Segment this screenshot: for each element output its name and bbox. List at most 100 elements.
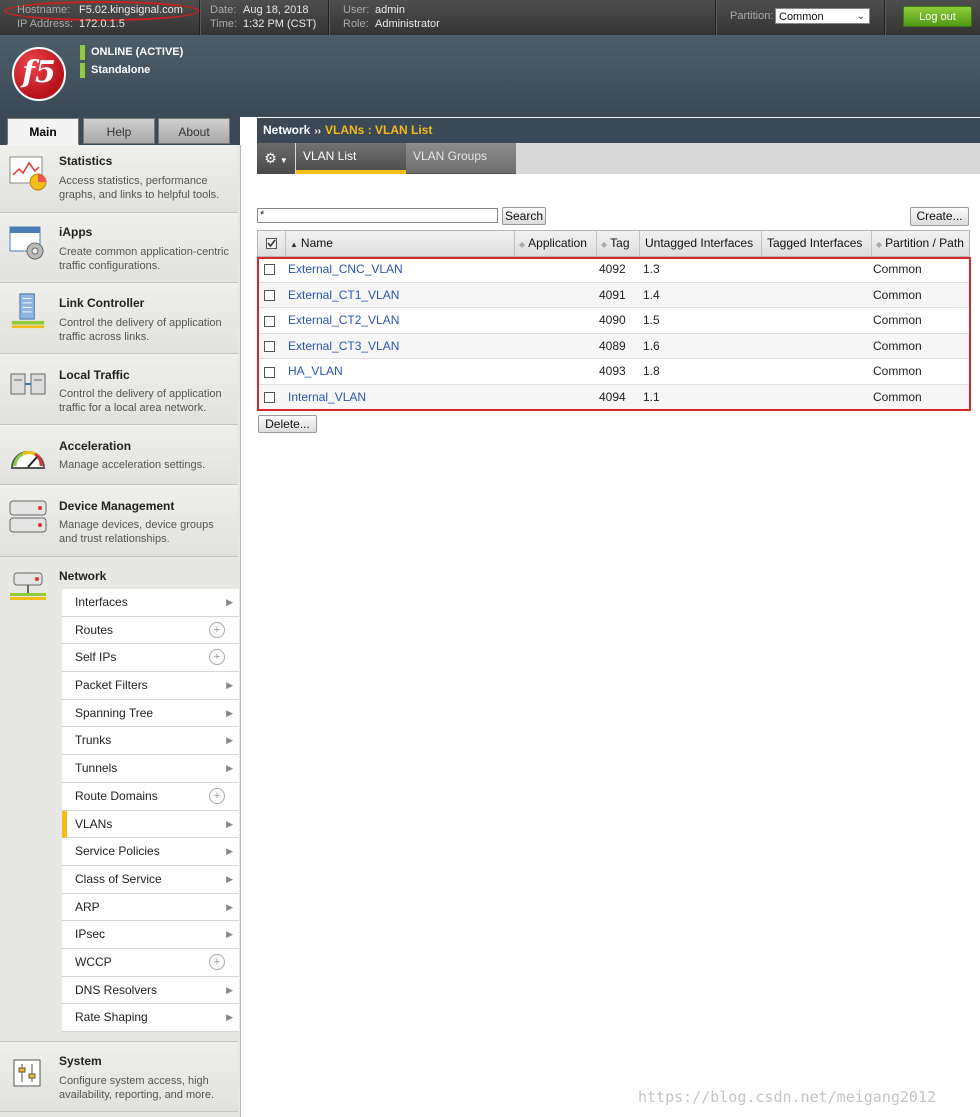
- table-row: Internal_VLAN 4094 1.1 Common: [257, 384, 970, 411]
- chevron-down-icon: ⌄: [856, 11, 865, 22]
- sidebar-item-ipsec[interactable]: IPsec ▶: [62, 921, 239, 949]
- nav-section-iapps[interactable]: iApps Create common application-centric …: [0, 213, 238, 283]
- network-icon: [10, 572, 46, 600]
- sidebar-item-wccp[interactable]: WCCP +: [62, 948, 239, 977]
- hostname-value: F5.02.kingsignal.com: [79, 4, 183, 16]
- gear-menu-button[interactable]: ⚙ ▼: [257, 143, 295, 174]
- row-checkbox[interactable]: [264, 264, 275, 276]
- select-all-cell: [258, 231, 285, 256]
- vlan-name-link[interactable]: External_CT3_VLAN: [288, 334, 399, 359]
- column-header-partition[interactable]: ◆ Partition / Path: [871, 231, 971, 256]
- nav-section-acceleration[interactable]: Acceleration Manage acceleration setting…: [0, 425, 238, 485]
- add-circle-icon[interactable]: +: [209, 787, 225, 804]
- sort-icon: ◆: [876, 240, 883, 249]
- divider: [884, 0, 886, 35]
- nav-title: Link Controller: [59, 296, 145, 310]
- tag-cell: 4089: [599, 338, 626, 353]
- nav-section-device-management[interactable]: Device Management Manage devices, device…: [0, 485, 238, 557]
- sidebar-item-label: Rate Shaping: [75, 1010, 148, 1025]
- create-button[interactable]: Create...: [910, 207, 969, 226]
- sidebar-item-routes[interactable]: Routes +: [62, 616, 239, 645]
- user-label: User:: [343, 4, 370, 16]
- sidebar-item-dns-resolvers[interactable]: DNS Resolvers ▶: [62, 976, 239, 1005]
- vlan-name-link[interactable]: External_CT1_VLAN: [288, 283, 399, 308]
- delete-button[interactable]: Delete...: [258, 414, 317, 433]
- logout-button[interactable]: Log out: [903, 6, 972, 27]
- sidebar-item-label: DNS Resolvers: [75, 982, 158, 997]
- sidebar-item-spanning-tree[interactable]: Spanning Tree ▶: [62, 699, 239, 728]
- nav-section-system[interactable]: System Configure system access, high ava…: [0, 1042, 238, 1112]
- table-row: External_CT3_VLAN 4089 1.6 Common: [257, 333, 970, 360]
- partition-label: Partition:: [730, 10, 774, 22]
- tab-vlan-groups[interactable]: VLAN Groups: [406, 143, 516, 174]
- column-header-application[interactable]: ◆ Application: [514, 231, 596, 256]
- nav-section-link-controller[interactable]: Link Controller Control the delivery of …: [0, 283, 238, 354]
- sidebar-item-trunks[interactable]: Trunks ▶: [62, 727, 239, 756]
- vlan-name-link[interactable]: External_CNC_VLAN: [288, 257, 403, 282]
- sort-icon: ◆: [519, 240, 526, 249]
- partition-cell: Common: [873, 338, 922, 353]
- sidebar-item-packet-filters[interactable]: Packet Filters ▶: [62, 672, 239, 700]
- tag-cell: 4090: [599, 313, 626, 328]
- add-circle-icon[interactable]: +: [209, 649, 225, 666]
- tab-about[interactable]: About: [158, 118, 230, 144]
- sidebar-item-label: Service Policies: [75, 844, 160, 859]
- vlan-name-link[interactable]: External_CT2_VLAN: [288, 308, 399, 333]
- sidebar-item-interfaces[interactable]: Interfaces ▶: [62, 589, 239, 617]
- row-checkbox[interactable]: [264, 341, 275, 353]
- table-row: External_CNC_VLAN 4092 1.3 Common: [257, 257, 970, 283]
- partition-cell: Common: [873, 364, 922, 379]
- sort-asc-icon: ▲: [290, 240, 298, 249]
- nav-section-statistics[interactable]: Statistics Access statistics, performanc…: [0, 145, 238, 213]
- select-all-checkbox[interactable]: [266, 238, 277, 250]
- nav-title: Local Traffic: [59, 368, 130, 382]
- tab-vlan-list[interactable]: VLAN List: [296, 143, 406, 174]
- column-header-tag[interactable]: ◆ Tag: [596, 231, 639, 256]
- nav-title: Statistics: [59, 154, 113, 168]
- nav-title: Network: [59, 569, 107, 583]
- nav-description: Control the delivery of application traf…: [59, 388, 222, 414]
- row-checkbox[interactable]: [264, 289, 275, 301]
- chevron-right-icon: ▶: [226, 735, 233, 746]
- row-checkbox-cell: [264, 334, 275, 359]
- tag-cell: 4091: [599, 287, 626, 302]
- tab-main[interactable]: Main: [7, 118, 79, 145]
- f5-logo: f5: [12, 47, 66, 101]
- column-header-name[interactable]: ▲ Name: [285, 231, 514, 256]
- sidebar-item-label: Tunnels: [75, 761, 118, 776]
- sidebar-item-class-of-service[interactable]: Class of Service ▶: [62, 865, 239, 894]
- add-circle-icon[interactable]: +: [209, 953, 225, 970]
- breadcrumb-current: VLANs : VLAN List: [325, 123, 433, 137]
- row-checkbox[interactable]: [264, 366, 275, 378]
- sidebar-item-label: Routes: [75, 622, 114, 637]
- sidebar-item-self-ips[interactable]: Self IPs +: [62, 644, 239, 673]
- search-button[interactable]: Search: [502, 207, 546, 225]
- chevron-right-icon: ▶: [226, 763, 233, 774]
- sidebar-item-route-domains[interactable]: Route Domains +: [62, 782, 239, 811]
- ip-label: IP Address:: [17, 18, 74, 30]
- column-header-untagged[interactable]: Untagged Interfaces: [639, 231, 761, 256]
- sidebar-item-service-policies[interactable]: Service Policies ▶: [62, 838, 239, 866]
- row-checkbox-cell: [264, 308, 275, 333]
- row-checkbox[interactable]: [264, 392, 275, 404]
- search-input[interactable]: *: [257, 208, 498, 223]
- sidebar-item-tunnels[interactable]: Tunnels ▶: [62, 755, 239, 783]
- add-circle-icon[interactable]: +: [209, 621, 225, 638]
- vlan-name-link[interactable]: HA_VLAN: [288, 359, 343, 384]
- vlan-name-link[interactable]: Internal_VLAN: [288, 385, 366, 410]
- iapps-icon: [9, 226, 44, 260]
- table-row: External_CT2_VLAN 4090 1.5 Common: [257, 308, 970, 334]
- nav-title: Acceleration: [59, 439, 132, 453]
- nav-description: Create common application-centric traffi…: [59, 246, 229, 272]
- chevron-right-icon: ▶: [226, 929, 233, 940]
- sidebar-item-rate-shaping[interactable]: Rate Shaping ▶: [62, 1004, 239, 1032]
- partition-select[interactable]: Common ⌄: [775, 8, 870, 24]
- row-checkbox[interactable]: [264, 315, 275, 327]
- nav-section-local-traffic[interactable]: Local Traffic Control the delivery of ap…: [0, 354, 238, 425]
- tab-help[interactable]: Help: [83, 118, 155, 144]
- sidebar-item-arp[interactable]: ARP ▶: [62, 893, 239, 922]
- column-header-tagged[interactable]: Tagged Interfaces: [761, 231, 871, 256]
- breadcrumb-section[interactable]: Network: [263, 123, 310, 137]
- sidebar-item-vlans[interactable]: VLANs ▶: [62, 810, 239, 839]
- chevron-right-icon: ▶: [226, 873, 233, 884]
